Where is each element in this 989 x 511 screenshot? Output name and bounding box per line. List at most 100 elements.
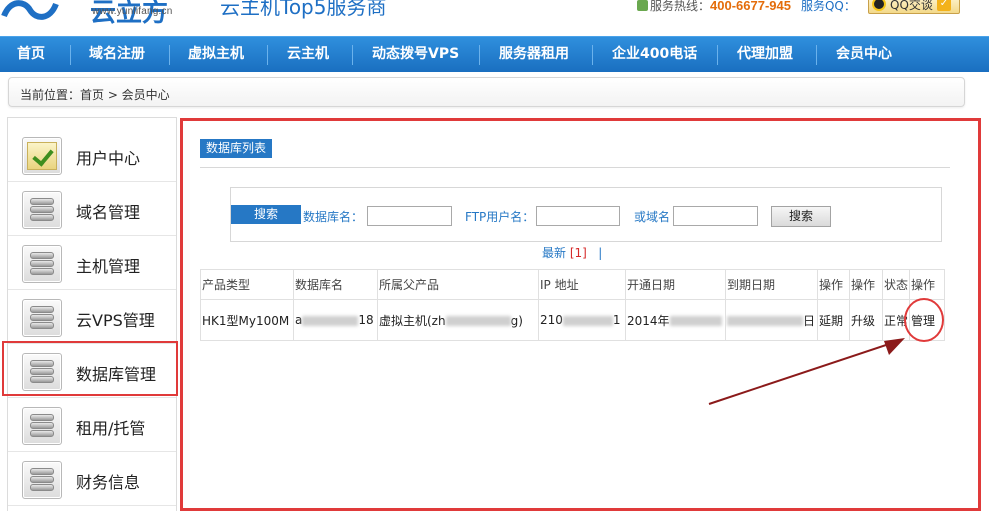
logo-icon[interactable]: [0, 0, 60, 20]
ftp-user-label: FTP用户名：: [465, 210, 535, 224]
domain-label: 或域名: [634, 210, 671, 224]
product-type-cell: HK1型My100M: [200, 299, 294, 341]
hotline-number: 400-6677-945: [710, 0, 791, 13]
redacted-mark: [302, 315, 359, 326]
hotline-label: 服务热线：: [650, 0, 711, 13]
qq-chat-button[interactable]: QQ交谈 ✓: [868, 0, 960, 14]
table-header-cell: IP 地址: [538, 269, 626, 300]
breadcrumb: 当前位置：首页 > 会员中心: [8, 77, 965, 107]
redacted-mark: [445, 316, 511, 326]
sidebar-item-host[interactable]: 主机管理: [8, 236, 176, 290]
sidebar-item-label: 财务信息: [76, 473, 141, 492]
redacted-mark: [669, 316, 722, 326]
phone-icon: [637, 0, 648, 11]
qq-penguin-icon: [872, 0, 886, 11]
nav-divider: [816, 45, 817, 65]
db-name-input[interactable]: [367, 206, 452, 226]
slogan: 云主机Top5服务商: [220, 0, 387, 19]
redacted-mark: [562, 315, 613, 326]
table-header-cell: 到期日期: [725, 269, 818, 300]
table-header-cell: 所属父产品: [377, 269, 539, 300]
nav-divider: [352, 45, 353, 65]
table-header-cell: 产品类型: [200, 269, 294, 300]
title-divider: [200, 167, 950, 168]
redacted-mark: [727, 316, 803, 326]
expire-date-cell: 日: [725, 299, 818, 341]
parent-suffix: g): [510, 313, 523, 328]
nav-divider: [592, 45, 593, 65]
expire-date-suffix: 日: [803, 313, 816, 328]
database-table: 产品类型 数据库名 所属父产品 IP 地址 开通日期 到期日期 操作 操作 状态…: [200, 269, 946, 341]
upgrade-link[interactable]: 升级: [849, 299, 883, 341]
sidebar-item-domain[interactable]: 域名管理: [8, 182, 176, 236]
sidebar-item-rental[interactable]: 租用/托管: [8, 398, 176, 452]
nav-item-cloud[interactable]: 云主机: [287, 37, 329, 73]
main-nav: 首页 域名注册 虚拟主机 云主机 动态拨号VPS 服务器租用 企业400电话 代…: [0, 36, 989, 72]
ip-cell: 210 1: [538, 299, 626, 341]
nav-item-vps[interactable]: 动态拨号VPS: [372, 37, 459, 73]
nav-divider: [479, 45, 480, 65]
domain-input[interactable]: [673, 206, 758, 226]
pager-separator: |: [598, 246, 603, 260]
sidebar-item-user-center[interactable]: 用户中心: [8, 128, 176, 182]
table-header-cell: 操作: [909, 269, 946, 300]
table-header-cell: 操作: [817, 269, 850, 300]
table-header-row: 产品类型 数据库名 所属父产品 IP 地址 开通日期 到期日期 操作 操作 状态…: [200, 269, 946, 300]
ip-suffix: 1: [612, 313, 621, 327]
nav-item-agent[interactable]: 代理加盟: [737, 37, 793, 73]
table-header-cell: 操作: [849, 269, 883, 300]
logo-url: www.yunlifang.cn: [92, 6, 173, 17]
qq-button-label: QQ交谈: [890, 0, 933, 12]
sidebar-item-label: 租用/托管: [76, 419, 146, 438]
sidebar-item-label: 主机管理: [76, 257, 141, 276]
pager-latest[interactable]: 最新: [542, 246, 566, 260]
database-icon: [22, 461, 62, 499]
sidebar: 用户中心 域名管理 主机管理 云VPS管理 数据库管理 租用/托管 财务信息: [7, 117, 177, 511]
highlight-circle-manage: [904, 298, 944, 342]
sidebar-item-cloud-vps[interactable]: 云VPS管理: [8, 290, 176, 344]
open-date-prefix: 2014年: [627, 313, 670, 328]
panel-title: 数据库列表: [200, 139, 273, 158]
pager-current[interactable]: [1]: [570, 246, 587, 260]
parent-prefix: 虚拟主机(zh: [379, 313, 446, 328]
db-name-prefix: a: [295, 313, 303, 327]
open-date-cell: 2014年: [625, 299, 726, 341]
db-name-cell: a 18: [293, 299, 378, 341]
nav-divider: [267, 45, 268, 65]
database-icon: [22, 407, 62, 445]
nav-divider: [169, 45, 170, 65]
sidebar-item-label: 云VPS管理: [76, 311, 155, 330]
nav-item-400[interactable]: 企业400电话: [612, 37, 697, 73]
nav-divider: [70, 45, 71, 65]
site-header: 云立方 www.yunlifang.cn 云主机Top5服务商 服务热线：400…: [0, 0, 989, 34]
user-center-icon: [22, 137, 62, 175]
database-icon: [22, 191, 62, 229]
db-name-label: 数据库名：: [303, 210, 364, 224]
nav-item-member[interactable]: 会员中心: [836, 37, 892, 73]
table-header-cell: 开通日期: [625, 269, 726, 300]
sidebar-item-label: 域名管理: [76, 203, 141, 222]
table-row: HK1型My100M a 18 虚拟主机(zh g) 210 1 2014年 日 延期…: [200, 299, 946, 341]
breadcrumb-text[interactable]: 当前位置：首页 > 会员中心: [20, 86, 170, 103]
renew-link[interactable]: 延期: [817, 299, 850, 341]
ftp-user-input[interactable]: [536, 206, 620, 226]
database-icon: [22, 299, 62, 337]
parent-product-cell: 虚拟主机(zh g): [377, 299, 539, 341]
nav-item-domain[interactable]: 域名注册: [89, 37, 145, 73]
nav-item-home[interactable]: 首页: [17, 37, 45, 73]
database-icon: [22, 245, 62, 283]
sidebar-item-label: 用户中心: [76, 149, 141, 168]
highlight-box-database: [2, 341, 178, 396]
nav-divider: [717, 45, 718, 65]
hotline: 服务热线：400-6677-945 服务QQ：: [637, 0, 856, 14]
search-tag: 搜索: [231, 205, 301, 224]
table-header-cell: 状态: [881, 269, 911, 300]
search-button[interactable]: 搜索: [771, 206, 831, 227]
pager: 最新 [1] |: [542, 244, 602, 261]
nav-item-vhost[interactable]: 虚拟主机: [188, 37, 244, 73]
db-name-suffix: 18: [358, 313, 374, 327]
nav-item-server[interactable]: 服务器租用: [499, 37, 569, 73]
sidebar-item-finance[interactable]: 财务信息: [8, 452, 176, 506]
qq-label: 服务QQ：: [800, 0, 856, 13]
check-icon: ✓: [936, 0, 951, 11]
